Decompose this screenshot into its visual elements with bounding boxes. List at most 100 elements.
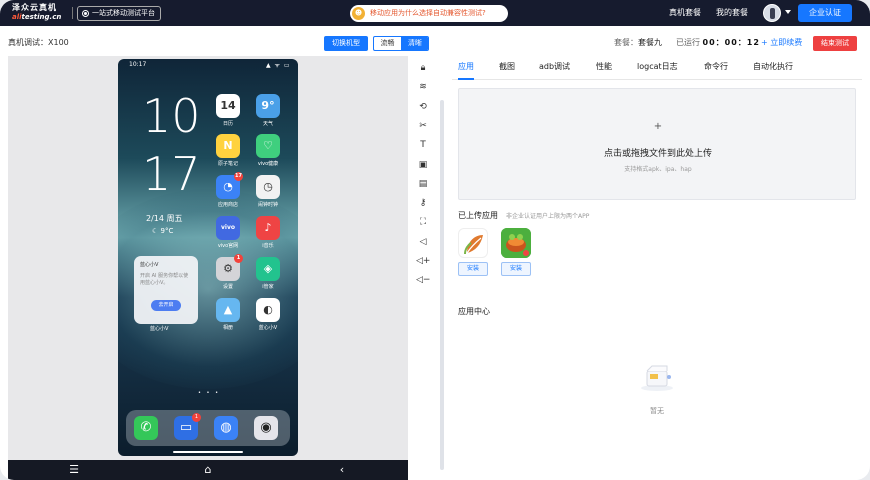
scrollbar[interactable] <box>440 100 444 470</box>
app-icon: ♪ <box>256 216 280 240</box>
tab-4[interactable]: logcat日志 <box>637 56 678 78</box>
tab-1[interactable]: 截图 <box>499 56 515 78</box>
app-相册[interactable]: ▲ 相册 <box>214 298 242 331</box>
app-日历[interactable]: 14 日历 <box>214 94 242 127</box>
quality-clear-option[interactable]: 清晰 <box>401 37 428 50</box>
brand-domain: alitesting.cn <box>12 13 62 21</box>
enterprise-auth-button[interactable]: 企业认证 <box>798 4 852 22</box>
app-设置[interactable]: ⚙ 1 设置 <box>214 254 243 290</box>
app-label: i管家 <box>262 284 274 290</box>
app-蓝心小V[interactable]: ◐ 蓝心小V <box>254 298 282 331</box>
app-i音乐[interactable]: ♪ i音乐 <box>254 216 282 249</box>
app-label: 闹钟时钟 <box>257 202 278 208</box>
text-icon[interactable]: T <box>416 138 430 152</box>
app-icon: ◔ 17 <box>216 172 243 199</box>
app-label: vivo健康 <box>257 161 279 167</box>
avatar[interactable] <box>763 4 781 22</box>
card-label: 蓝心小V <box>150 326 169 332</box>
plan-info: 套餐：套餐九 <box>614 38 662 47</box>
app-icon: vivo <box>216 216 240 240</box>
dock-phone-icon[interactable]: ✆ <box>134 416 158 440</box>
chevron-down-icon[interactable] <box>785 10 791 14</box>
switch-device-button[interactable]: 切换机型 <box>324 36 368 51</box>
install-button[interactable]: 安装 <box>501 262 531 276</box>
uploaded-apps-note: 非企业认证用户上限为两个APP <box>506 213 590 220</box>
app-vivo健康[interactable]: ♡ vivo健康 <box>254 134 282 167</box>
app-icon: ◷ <box>256 175 280 199</box>
app-闹钟时钟[interactable]: ◷ 闹钟时钟 <box>254 175 282 208</box>
tab-2[interactable]: adb调试 <box>539 56 570 78</box>
app-icon: ♡ <box>256 134 280 158</box>
app-icon: 9° <box>256 94 280 118</box>
assistant-card[interactable]: 蓝心小V 开启 AI 服务你帮以使用蓝心小V。 去开启 <box>134 256 198 324</box>
top-bar: 泽众云真机 alitesting.cn 一站式移动测试平台 ☻ 移动应用为什么选… <box>0 0 870 26</box>
app-原子笔记[interactable]: N 原子笔记 <box>214 134 242 167</box>
quality-smooth-option[interactable]: 流畅 <box>374 37 401 50</box>
app-i管家[interactable]: ◈ i管家 <box>254 257 282 290</box>
app-label: 相册 <box>222 325 233 331</box>
mascot-icon: ☻ <box>352 7 365 20</box>
app-应用商店[interactable]: ◔ 17 应用商店 <box>214 172 243 208</box>
volume-icon[interactable]: ◁ <box>416 235 430 249</box>
app-label: i音乐 <box>262 243 274 249</box>
app-icon: 14 <box>216 94 240 118</box>
home-icon[interactable]: ⌂ <box>200 460 216 480</box>
platform-tag[interactable]: 一站式移动测试平台 <box>77 6 161 21</box>
clock-minute: 17 <box>142 147 201 201</box>
brand-name: 泽众云真机 <box>12 3 57 12</box>
dock-browser-icon[interactable]: ◍ <box>214 416 238 440</box>
plan-value: 套餐九 <box>638 38 662 47</box>
card-enable-button[interactable]: 去开启 <box>151 300 181 311</box>
tab-6[interactable]: 自动化执行 <box>753 56 793 78</box>
tools-panel: 应用 截图 adb调试 性能 logcat日志 命令行 自动化执行 + 点击或拖拽文件到此处… <box>452 56 862 480</box>
tab-3[interactable]: 性能 <box>596 56 612 78</box>
dock-camera-icon[interactable]: ◉ <box>254 416 278 440</box>
brand-logo[interactable]: 泽众云真机 alitesting.cn <box>12 3 72 23</box>
key-icon[interactable]: ⚷ <box>416 196 430 210</box>
lock-icon[interactable]: 🔒︎ <box>416 61 430 75</box>
end-test-button[interactable]: 结束测试 <box>813 36 857 51</box>
app-icon: ⚙ 1 <box>216 254 243 281</box>
tab-0[interactable]: 应用 <box>458 56 474 78</box>
dock-messages-icon[interactable]: ▭ 1 <box>174 413 201 440</box>
app-天气[interactable]: 9° 天气 <box>254 94 282 127</box>
app-center-title: 应用中心 <box>458 307 490 316</box>
volume-up-icon[interactable]: ◁+ <box>416 254 430 268</box>
promo-banner[interactable]: ☻ 移动应用为什么选择自动兼容性测试? <box>350 5 508 22</box>
weather-text: ☾ 9°C <box>152 227 174 235</box>
image-icon[interactable]: ▣ <box>416 158 430 172</box>
runtime-info: 已运行 00：00：12 <box>676 38 760 47</box>
fullscreen-icon[interactable]: ⛶ <box>416 215 430 229</box>
device-screen[interactable]: 10:17 ▲ ᯤ ▭ 10 17 2/14 周五 ☾ 9°C 14 日历 9° 天气… <box>118 59 298 456</box>
back-icon[interactable]: ‹ <box>334 460 350 480</box>
notification-badge: 1 <box>234 254 243 263</box>
scissors-icon[interactable]: ✂ <box>416 119 430 133</box>
wifi-icon[interactable]: ≋ <box>416 80 430 94</box>
promo-text: 移动应用为什么选择自动兼容性测试? <box>370 9 486 17</box>
app-label: vivo官网 <box>217 243 239 249</box>
renew-link[interactable]: + 立即续费 <box>761 26 802 60</box>
card-desc: 开启 AI 服务你帮以使用蓝心小V。 <box>140 273 189 286</box>
app-icon: ◈ <box>256 257 280 281</box>
app-label: 天气 <box>262 121 273 127</box>
app-icon: ▲ <box>216 298 240 322</box>
home-indicator[interactable] <box>173 451 243 453</box>
empty-box-icon <box>638 363 676 393</box>
app-window: 泽众云真机 alitesting.cn 一站式移动测试平台 ☻ 移动应用为什么选… <box>0 0 870 480</box>
app-icon: N <box>216 134 240 158</box>
install-button[interactable]: 安装 <box>458 262 488 276</box>
rotate-icon[interactable]: ⟲ <box>416 100 430 114</box>
upload-dropzone[interactable]: + 点击或拖拽文件到此处上传 支持格式apk、ipa、hap <box>458 88 856 200</box>
uploaded-app-item: 安装 <box>501 228 531 276</box>
nav-real-plan[interactable]: 真机套餐 <box>669 0 701 26</box>
leaf-app-icon <box>458 228 488 258</box>
active-tab-indicator <box>458 78 474 80</box>
tab-5[interactable]: 命令行 <box>704 56 728 78</box>
menu-icon[interactable]: ☰ <box>66 460 82 480</box>
image-edit-icon[interactable]: ▤ <box>416 177 430 191</box>
app-label: 应用商店 <box>217 202 238 208</box>
app-label: 日历 <box>222 121 233 127</box>
nav-my-plan[interactable]: 我的套餐 <box>716 0 748 26</box>
volume-down-icon[interactable]: ◁− <box>416 273 430 287</box>
app-vivo官网[interactable]: vivo vivo官网 <box>214 216 242 249</box>
